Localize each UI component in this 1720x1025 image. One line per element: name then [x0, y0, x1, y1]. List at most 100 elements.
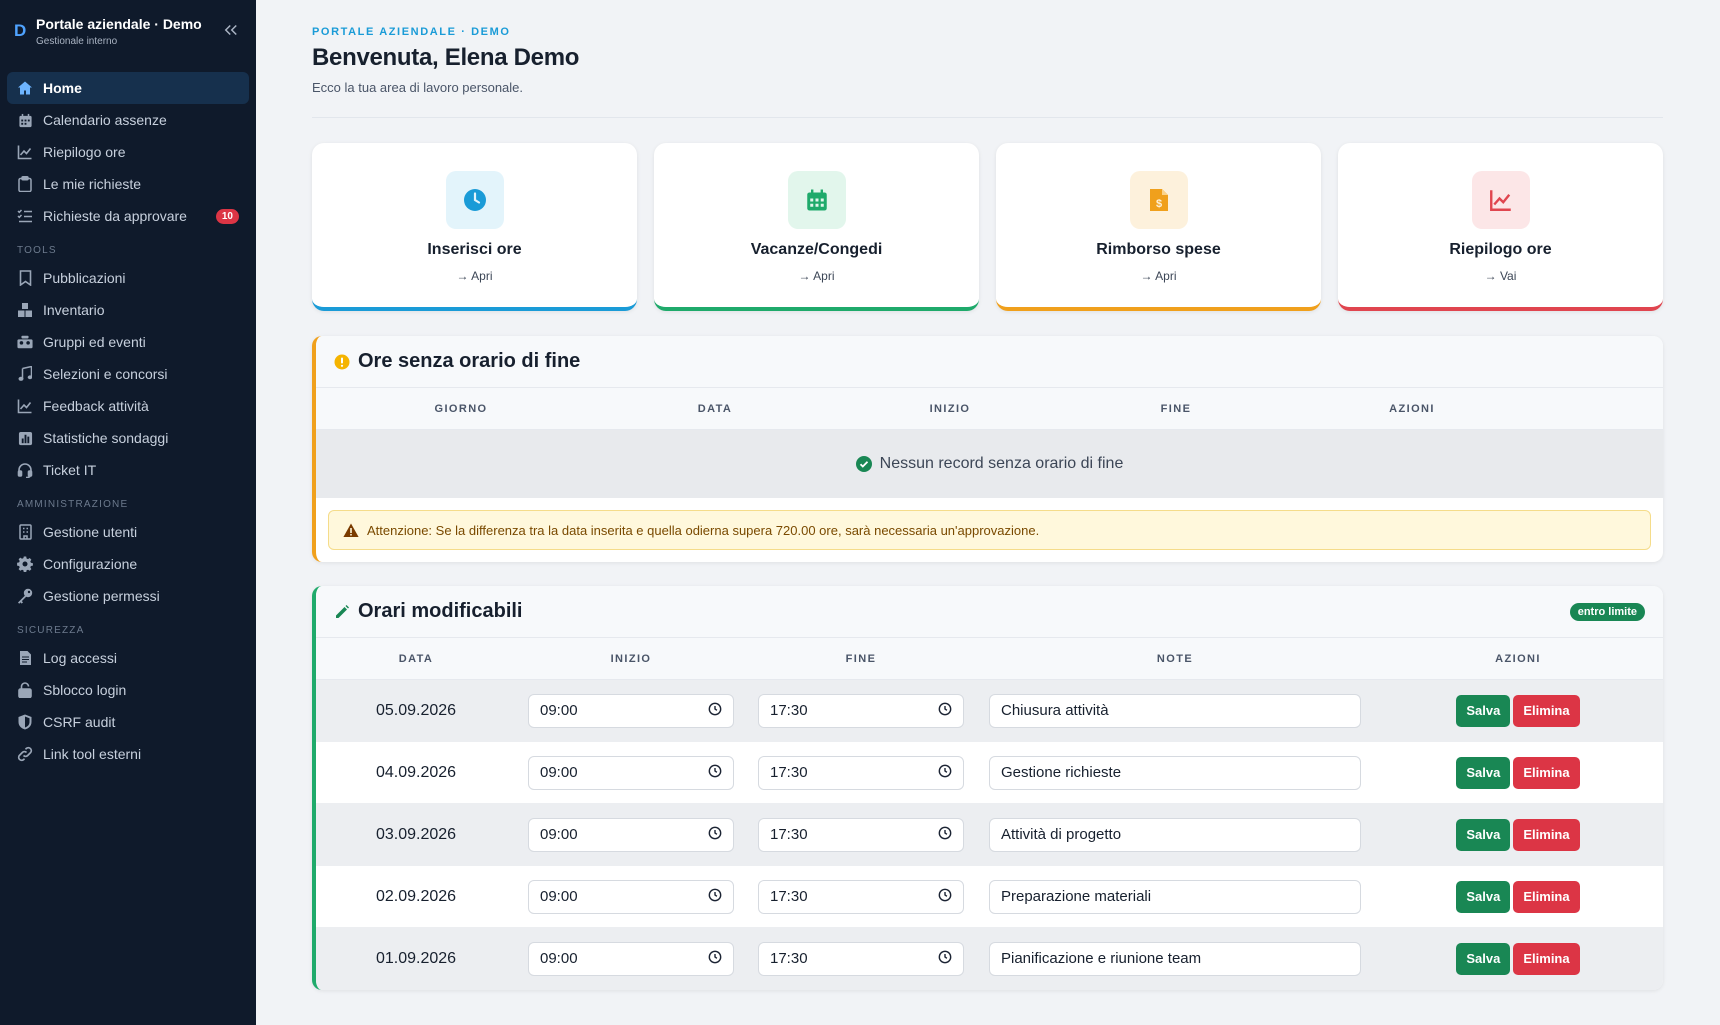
empty-state: Nessun record senza orario di fine — [316, 430, 1663, 498]
sidebar-item-le-mie-richieste[interactable]: Le mie richieste — [7, 168, 249, 200]
save-button[interactable]: Salva — [1456, 942, 1511, 975]
collapse-sidebar-icon[interactable] — [222, 21, 242, 41]
delete-button[interactable]: Elimina — [1513, 756, 1580, 789]
clock-icon[interactable] — [708, 888, 722, 906]
sidebar-item-link-tool-esterni[interactable]: Link tool esterni — [7, 738, 249, 770]
section-label-tools: TOOLS — [17, 245, 57, 256]
sidebar-item-selezioni-e-concorsi[interactable]: Selezioni e concorsi — [7, 358, 249, 390]
clipboard-icon — [17, 176, 33, 192]
home-icon — [17, 80, 33, 96]
start-time-input[interactable]: 09:00 — [528, 879, 734, 914]
chart-line-icon — [1471, 171, 1530, 229]
note-input[interactable] — [989, 755, 1361, 790]
card-link[interactable]: → Apri — [1140, 269, 1176, 283]
card-rimborso-spese[interactable]: $ Rimborso spese → Apri — [996, 143, 1321, 311]
clock-icon[interactable] — [938, 950, 952, 968]
editable-hours-title: Orari modificabili — [358, 600, 523, 622]
card-link[interactable]: → Vai — [1485, 269, 1517, 283]
clock-icon[interactable] — [708, 702, 722, 720]
column-header: AZIONI — [1495, 652, 1541, 665]
delete-button[interactable]: Elimina — [1513, 942, 1580, 975]
clock-icon[interactable] — [938, 702, 952, 720]
gear-icon — [17, 556, 33, 572]
card-inserisci-ore[interactable]: Inserisci ore → Apri — [312, 143, 637, 311]
empty-state-text: Nessun record senza orario di fine — [879, 455, 1124, 472]
start-time-input[interactable]: 09:00 — [528, 817, 734, 852]
sidebar-item-log-accessi[interactable]: Log accessi — [7, 642, 249, 674]
save-button[interactable]: Salva — [1456, 694, 1511, 727]
end-time-input[interactable]: 17:30 — [758, 755, 964, 790]
start-time-value: 09:00 — [540, 950, 578, 967]
main-content: PORTALE AZIENDALE · DEMO Benvenuta, Elen… — [256, 0, 1720, 1025]
pencil-icon — [334, 604, 350, 620]
sidebar-item-sblocco-login[interactable]: Sblocco login — [7, 674, 249, 706]
note-input[interactable] — [989, 693, 1361, 728]
end-time-value: 17:30 — [770, 888, 808, 905]
clock-icon[interactable] — [708, 826, 722, 844]
sidebar-item-feedback-attivit[interactable]: Feedback attività — [7, 390, 249, 422]
end-time-input[interactable]: 17:30 — [758, 693, 964, 728]
clock-icon[interactable] — [938, 888, 952, 906]
end-time-value: 17:30 — [770, 826, 808, 843]
sidebar-item-label: Pubblicazioni — [43, 270, 126, 286]
sidebar-item-configurazione[interactable]: Configurazione — [7, 548, 249, 580]
sidebar-item-pubblicazioni[interactable]: Pubblicazioni — [7, 262, 249, 294]
card-link-label: Apri — [813, 269, 835, 283]
end-time-input[interactable]: 17:30 — [758, 879, 964, 914]
card-riepilogo-ore[interactable]: Riepilogo ore → Vai — [1338, 143, 1663, 311]
end-time-value: 17:30 — [770, 764, 808, 781]
sidebar-item-label: Statistiche sondaggi — [43, 430, 169, 446]
card-link[interactable]: → Apri — [456, 269, 492, 283]
delete-button[interactable]: Elimina — [1513, 818, 1580, 851]
table-row: 01.09.2026 09:00 17:30 SalvaElimina — [316, 928, 1663, 990]
start-time-input[interactable]: 09:00 — [528, 941, 734, 976]
sidebar-item-riepilogo-ore[interactable]: Riepilogo ore — [7, 136, 249, 168]
page-subtitle: Ecco la tua area di lavoro personale. — [312, 80, 524, 95]
poll-icon — [17, 430, 33, 446]
sidebar-item-gruppi-ed-eventi[interactable]: Gruppi ed eventi — [7, 326, 249, 358]
sidebar-item-ticket-it[interactable]: Ticket IT — [7, 454, 249, 486]
receipt-icon: $ — [1129, 171, 1188, 229]
start-time-input[interactable]: 09:00 — [528, 755, 734, 790]
end-time-value: 17:30 — [770, 702, 808, 719]
note-input[interactable] — [989, 817, 1361, 852]
clock-icon[interactable] — [938, 826, 952, 844]
sidebar-item-inventario[interactable]: Inventario — [7, 294, 249, 326]
editable-table-body: 05.09.202609:0017:30SalvaElimina04.09.20… — [316, 680, 1663, 990]
delete-button[interactable]: Elimina — [1513, 694, 1580, 727]
sidebar-item-gestione-permessi[interactable]: Gestione permessi — [7, 580, 249, 612]
column-header: AZIONI — [1389, 402, 1435, 415]
start-time-input[interactable]: 09:00 — [528, 693, 734, 728]
save-button[interactable]: Salva — [1456, 880, 1511, 913]
sidebar-item-gestione-utenti[interactable]: Gestione utenti — [7, 516, 249, 548]
note-input[interactable] — [989, 941, 1361, 976]
card-link[interactable]: → Apri — [798, 269, 834, 283]
row-date: 05.09.2026 — [375, 701, 457, 719]
save-button[interactable]: Salva — [1456, 818, 1511, 851]
sidebar-item-home[interactable]: Home — [7, 72, 249, 104]
sidebar-item-csrf-audit[interactable]: CSRF audit — [7, 706, 249, 738]
clock-icon[interactable] — [938, 764, 952, 782]
missing-end-title: Ore senza orario di fine — [358, 350, 581, 372]
card-vacanze-congedi[interactable]: Vacanze/Congedi → Apri — [654, 143, 979, 311]
column-header: FINE — [845, 652, 877, 665]
column-header: DATA — [398, 652, 434, 665]
clock-icon[interactable] — [708, 764, 722, 782]
delete-button[interactable]: Elimina — [1513, 880, 1580, 913]
sidebar-item-calendario-assenze[interactable]: Calendario assenze — [7, 104, 249, 136]
sidebar-item-richieste-da-approvare[interactable]: Richieste da approvare 10 — [7, 200, 249, 232]
users-icon — [17, 334, 33, 350]
check-circle-icon — [855, 456, 872, 472]
page-eyebrow: PORTALE AZIENDALE · DEMO — [312, 26, 511, 38]
save-button[interactable]: Salva — [1456, 756, 1511, 789]
clock-icon[interactable] — [708, 950, 722, 968]
key-icon — [17, 588, 33, 604]
start-time-value: 09:00 — [540, 888, 578, 905]
sidebar-nav: Home Calendario assenze Riepilogo ore Le mi… — [0, 64, 256, 770]
brand: D Portale aziendale · Demo Gestionale in… — [0, 0, 256, 64]
end-time-input[interactable]: 17:30 — [758, 817, 964, 852]
sidebar-item-label: Link tool esterni — [43, 746, 142, 762]
note-input[interactable] — [989, 879, 1361, 914]
end-time-input[interactable]: 17:30 — [758, 941, 964, 976]
sidebar-item-statistiche-sondaggi[interactable]: Statistiche sondaggi — [7, 422, 249, 454]
